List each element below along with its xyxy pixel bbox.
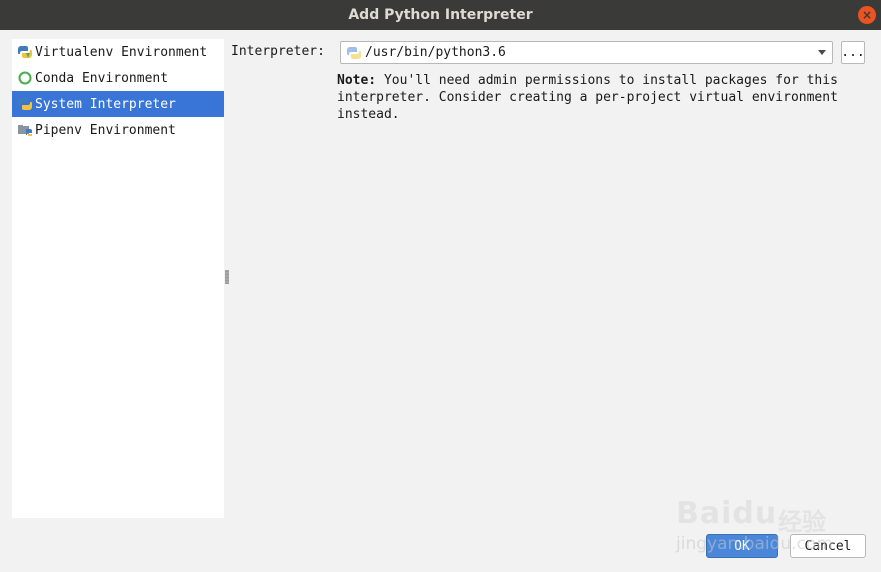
- interpreter-label: Interpreter:: [231, 44, 325, 59]
- title-bar: Add Python Interpreter ×: [0, 0, 881, 30]
- sidebar-item-conda[interactable]: Conda Environment: [12, 65, 224, 91]
- close-icon: ×: [861, 8, 873, 22]
- watermark-logo-text: Baidu: [676, 496, 778, 531]
- sidebar-item-label: Virtualenv Environment: [35, 44, 208, 60]
- window-title: Add Python Interpreter: [348, 7, 533, 23]
- ok-button[interactable]: OK: [706, 534, 778, 558]
- chevron-down-icon[interactable]: [818, 50, 826, 55]
- close-button[interactable]: ×: [858, 6, 876, 24]
- splitter-handle[interactable]: [225, 270, 229, 284]
- environment-type-list: Virtualenv Environment Conda Environment…: [12, 39, 224, 518]
- interpreter-select[interactable]: /usr/bin/python3.6: [340, 41, 833, 64]
- interpreter-path-value: /usr/bin/python3.6: [365, 45, 506, 60]
- note-label: Note:: [337, 73, 377, 88]
- sidebar-item-label: Conda Environment: [35, 70, 169, 86]
- sidebar-item-label: System Interpreter: [35, 96, 176, 112]
- cancel-button[interactable]: Cancel: [790, 534, 866, 558]
- browse-button[interactable]: ...: [841, 41, 865, 64]
- pipenv-icon: [17, 122, 33, 138]
- sidebar-item-system-interpreter[interactable]: System Interpreter: [12, 91, 224, 117]
- watermark-cn-text: 经验: [778, 508, 826, 536]
- sidebar-item-virtualenv[interactable]: Virtualenv Environment: [12, 39, 224, 65]
- virtualenv-icon: [17, 44, 33, 60]
- conda-icon: [17, 70, 33, 86]
- sidebar-item-pipenv[interactable]: Pipenv Environment: [12, 117, 224, 143]
- sidebar-item-label: Pipenv Environment: [35, 122, 176, 138]
- python-icon: [346, 45, 362, 61]
- python-icon: [17, 96, 33, 112]
- note-text: You'll need admin permissions to install…: [337, 73, 838, 122]
- admin-note: Note: You'll need admin permissions to i…: [337, 72, 867, 123]
